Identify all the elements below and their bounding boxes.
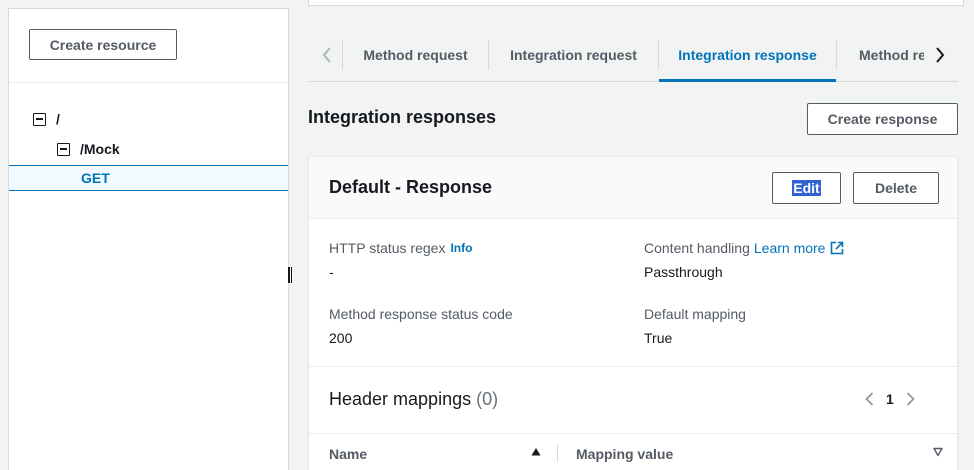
status-regex-label: HTTP status regex bbox=[329, 240, 446, 256]
method-status-value: 200 bbox=[329, 330, 353, 346]
content-handling-value: Passthrough bbox=[644, 264, 723, 280]
external-link-icon[interactable] bbox=[830, 241, 844, 255]
content-handling-label: Content handling bbox=[644, 240, 750, 256]
method-tabs: Method request Integration request Integ… bbox=[308, 34, 958, 82]
status-regex-field: HTTP status regex Info - bbox=[329, 240, 472, 280]
info-link[interactable]: Info bbox=[450, 241, 472, 255]
resource-tree-panel: Create resource / /Mock GET bbox=[8, 8, 292, 470]
default-mapping-value: True bbox=[644, 330, 673, 346]
tree-item-label: / bbox=[56, 111, 60, 127]
next-page-button[interactable] bbox=[906, 392, 915, 406]
resource-tree-toolbar: Create resource bbox=[9, 9, 288, 83]
sort-ascending-icon[interactable] bbox=[531, 447, 541, 457]
response-card: Default - Response Edit Delete HTTP stat… bbox=[308, 156, 958, 470]
tree-item-label: /Mock bbox=[80, 141, 120, 157]
tree-item-mock[interactable]: /Mock bbox=[9, 136, 288, 162]
default-mapping-field: Default mapping True bbox=[644, 306, 746, 346]
chevron-right-icon bbox=[906, 392, 915, 406]
card-header: Default - Response Edit Delete bbox=[309, 157, 957, 219]
tab-integration-request[interactable]: Integration request bbox=[488, 40, 658, 70]
page-number[interactable]: 1 bbox=[886, 391, 894, 407]
delete-button[interactable]: Delete bbox=[853, 172, 939, 204]
section-title: Integration responses bbox=[308, 107, 497, 127]
previous-card-bottom bbox=[308, 0, 964, 6]
chevron-left-icon bbox=[865, 392, 874, 406]
status-regex-value: - bbox=[329, 264, 334, 280]
edit-button[interactable]: Edit bbox=[772, 172, 841, 204]
tree-item-root[interactable]: / bbox=[9, 106, 288, 132]
edit-button-label: Edit bbox=[792, 180, 821, 196]
tree-item-get-method[interactable]: GET bbox=[9, 165, 288, 191]
tab-method-request[interactable]: Method request bbox=[342, 40, 488, 70]
collapse-icon[interactable] bbox=[33, 112, 46, 126]
active-tab-indicator bbox=[659, 79, 836, 82]
content-handling-field: Content handling Learn more Passthrough bbox=[644, 240, 844, 280]
learn-more-link[interactable]: Learn more bbox=[754, 240, 826, 256]
header-mappings-table-header: Name Mapping value bbox=[309, 433, 957, 470]
tree-item-label: GET bbox=[81, 170, 110, 186]
header-mappings-title: Header mappings (0) bbox=[329, 389, 498, 410]
method-status-label: Method response status code bbox=[329, 306, 513, 322]
create-resource-button[interactable]: Create resource bbox=[29, 29, 177, 60]
default-mapping-label: Default mapping bbox=[644, 306, 746, 322]
previous-page-button[interactable] bbox=[865, 392, 874, 406]
tab-integration-response[interactable]: Integration response bbox=[658, 40, 836, 70]
column-divider bbox=[557, 444, 558, 462]
create-response-button[interactable]: Create response bbox=[807, 103, 958, 135]
panel-resize-handle[interactable] bbox=[288, 267, 292, 283]
divider bbox=[309, 366, 957, 367]
tabs-scroll-left-button[interactable] bbox=[312, 40, 342, 70]
column-header-name[interactable]: Name bbox=[329, 446, 367, 462]
tabs-scroll-right-button[interactable] bbox=[925, 40, 955, 70]
collapse-icon[interactable] bbox=[57, 142, 70, 156]
tab-method-response[interactable]: Method re bbox=[836, 40, 924, 70]
pagination: 1 bbox=[865, 391, 915, 407]
chevron-right-icon bbox=[936, 47, 945, 63]
chevron-left-icon bbox=[322, 47, 331, 63]
card-title: Default - Response bbox=[329, 177, 493, 197]
method-status-field: Method response status code 200 bbox=[329, 306, 513, 346]
header-mappings-label: Header mappings bbox=[329, 389, 472, 409]
column-header-mapping-value[interactable]: Mapping value bbox=[576, 446, 673, 462]
sort-descending-icon[interactable] bbox=[933, 447, 943, 457]
header-mappings-count: (0) bbox=[476, 389, 499, 409]
